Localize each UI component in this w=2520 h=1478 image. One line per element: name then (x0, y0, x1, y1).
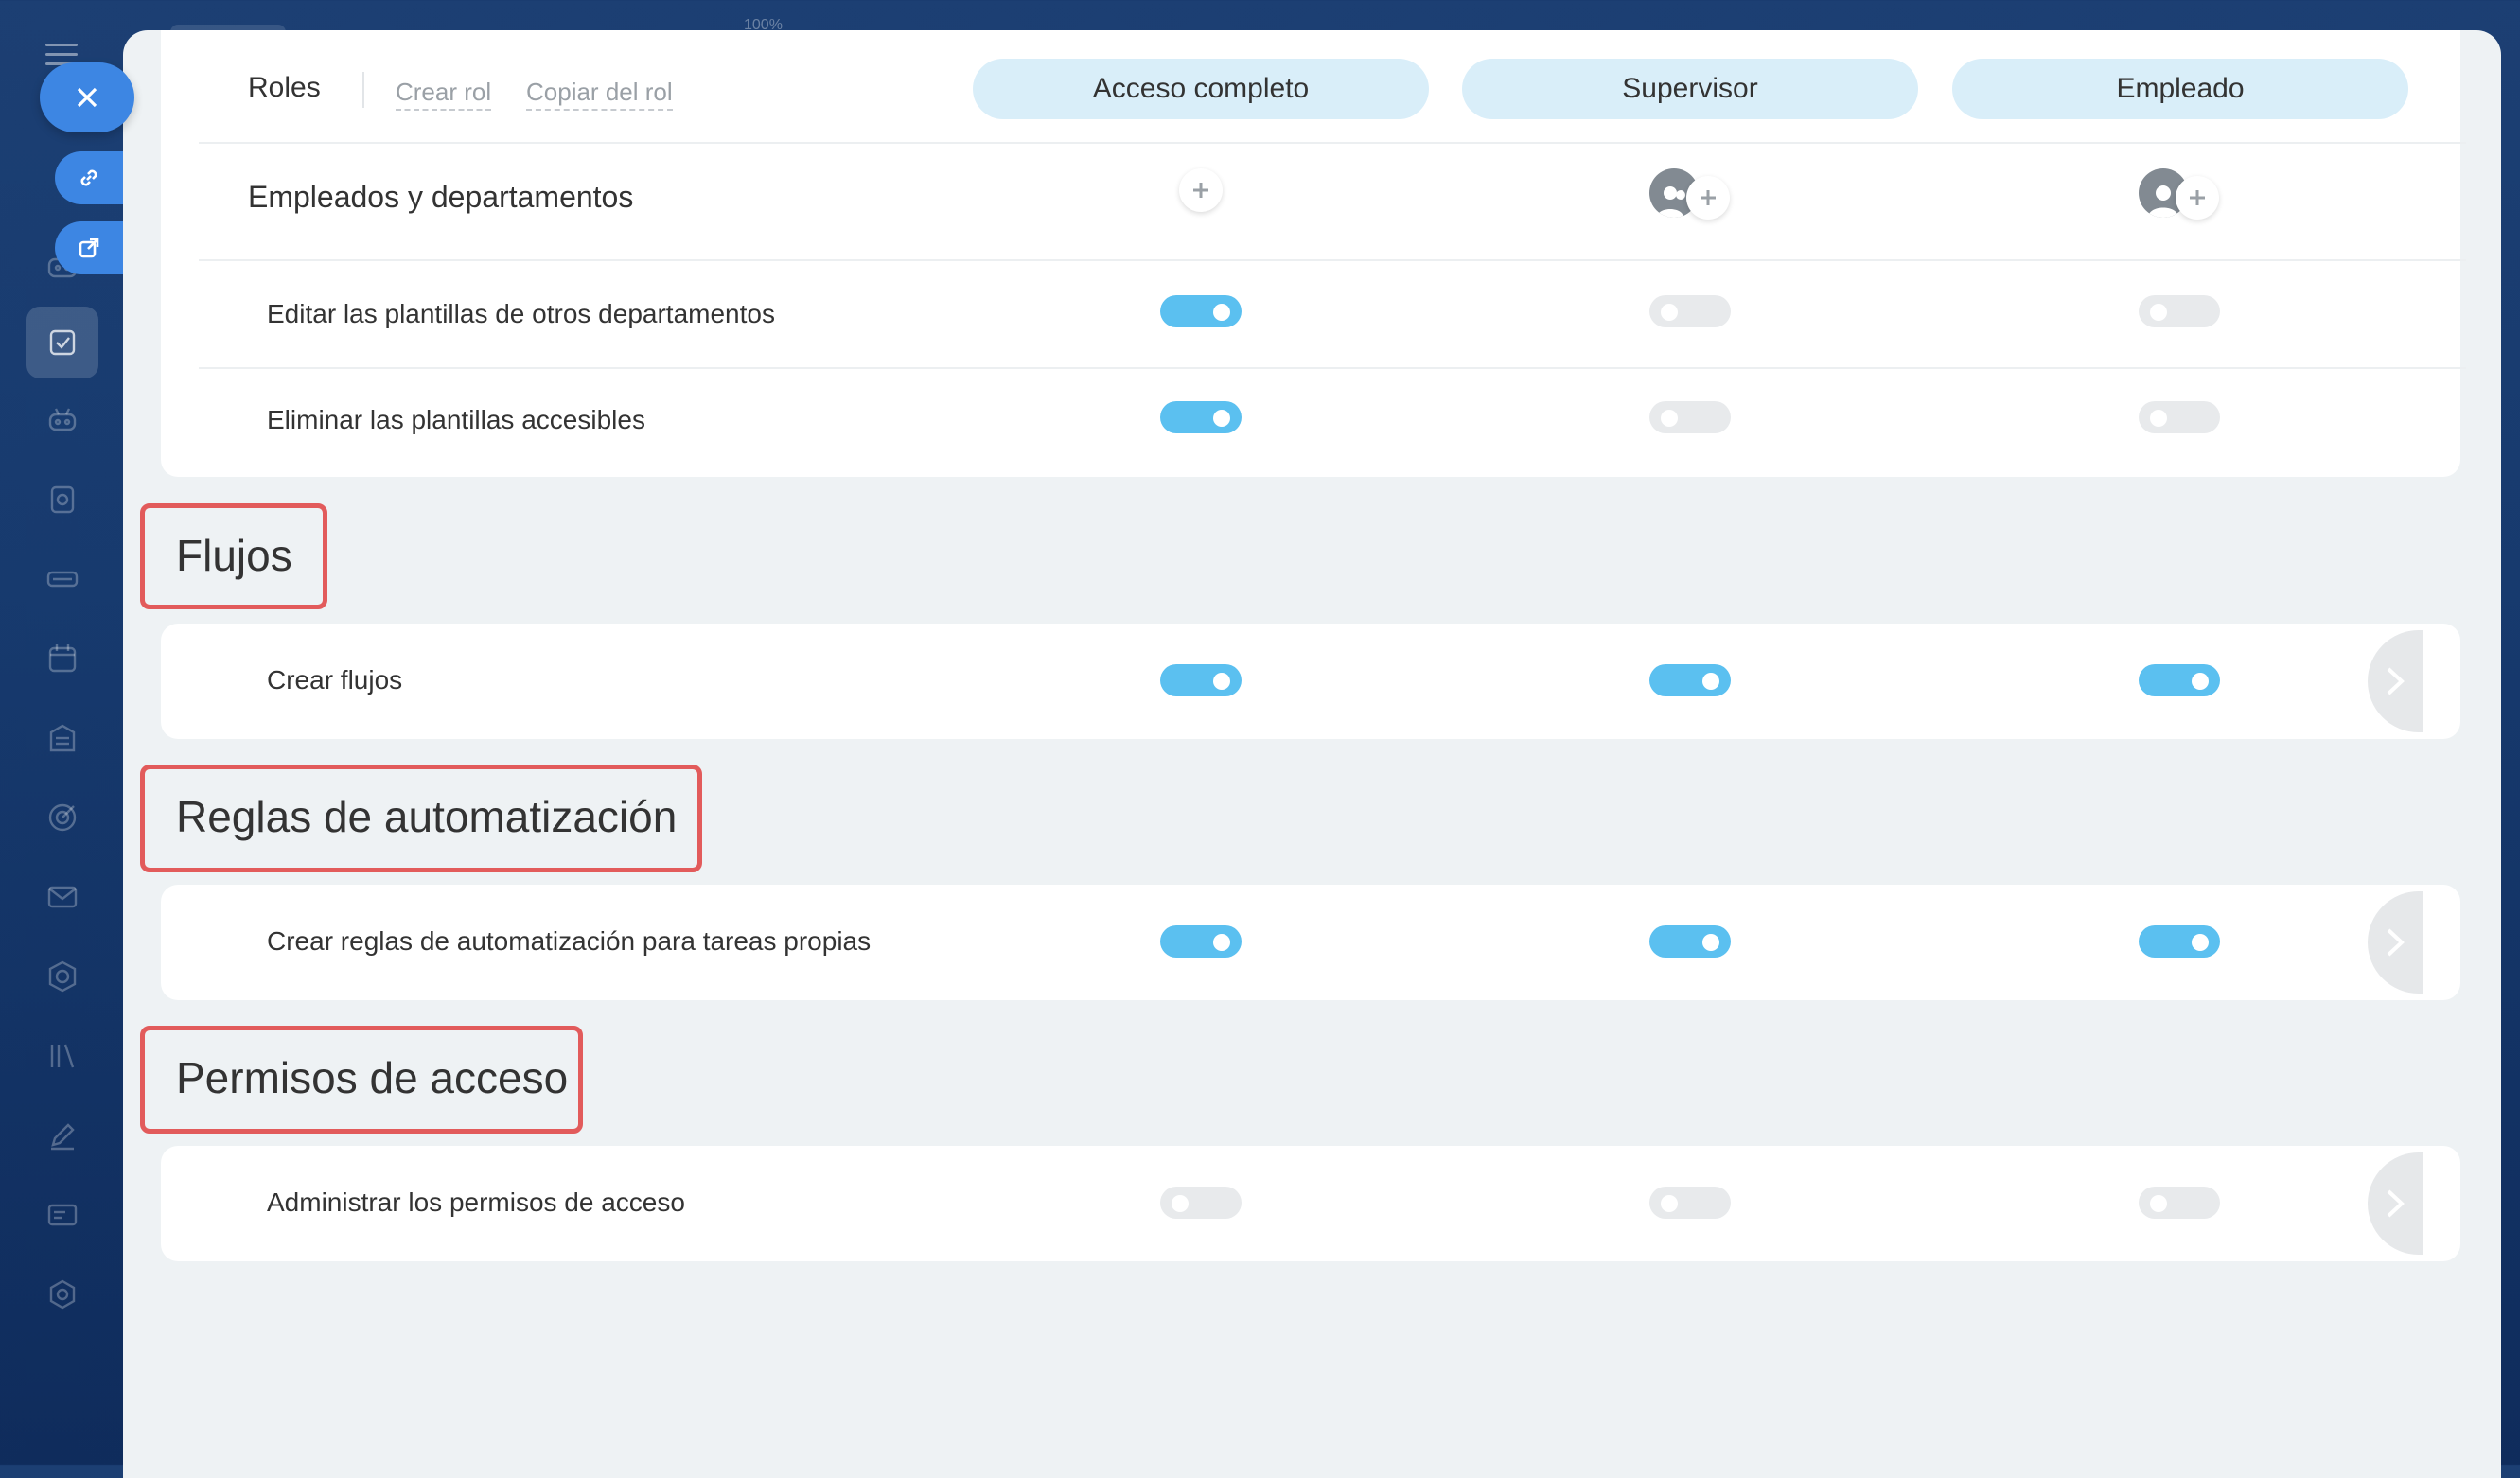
gallery-icon[interactable] (40, 477, 85, 522)
permission-toggle[interactable] (1649, 664, 1731, 696)
tasks-icon[interactable] (26, 307, 98, 378)
calendar-icon[interactable] (40, 636, 85, 681)
row-divider (199, 142, 2466, 144)
role-supervisor[interactable]: Supervisor (1462, 59, 1918, 119)
store-icon[interactable] (40, 715, 85, 761)
plus-icon (2190, 190, 2205, 205)
plus-icon (1701, 190, 1716, 205)
left-sidebar (0, 0, 123, 1465)
scroll-right-button[interactable] (2368, 1152, 2423, 1255)
permission-toggle[interactable] (1160, 925, 1242, 958)
copy-link-button[interactable] (55, 151, 123, 204)
chevron-right-icon (2387, 1189, 2405, 1218)
permission-toggle[interactable] (2139, 1187, 2220, 1219)
section-card: Crear reglas de automatización para tare… (161, 885, 2460, 1000)
open-external-icon (79, 238, 99, 258)
robot-icon[interactable] (40, 397, 85, 443)
close-button[interactable] (40, 62, 134, 132)
row-divider (199, 259, 2466, 261)
permission-toggle[interactable] (1160, 664, 1242, 696)
menu-icon[interactable] (45, 44, 78, 65)
roles-card: Roles Crear rol Copiar del rol Acceso co… (161, 30, 2466, 477)
assignment-label: Empleados y departamentos (248, 180, 634, 214)
main-panel: Roles Crear rol Copiar del rol Acceso co… (123, 30, 2501, 1478)
scroll-right-button[interactable] (2368, 630, 2423, 732)
permission-toggle[interactable] (1160, 1187, 1242, 1219)
role-full-access[interactable]: Acceso completo (973, 59, 1429, 119)
mail-icon[interactable] (40, 874, 85, 920)
permission-toggle[interactable] (1649, 295, 1731, 327)
permission-toggle[interactable] (2139, 664, 2220, 696)
permission-toggle[interactable] (1649, 401, 1731, 433)
permission-toggle[interactable] (1649, 925, 1731, 958)
link-icon (80, 169, 97, 186)
permission-label: Administrar los permisos de acceso (267, 1188, 685, 1217)
permission-label: Crear flujos (267, 665, 403, 695)
plus-icon (1193, 183, 1208, 198)
chevron-right-icon (2387, 928, 2405, 957)
section-card: Crear flujos (161, 624, 2460, 739)
permission-label: Crear reglas de automatización para tare… (267, 926, 872, 956)
hexagon-icon[interactable] (40, 954, 85, 999)
drive-icon[interactable] (40, 556, 85, 602)
library-icon[interactable] (40, 1033, 85, 1079)
add-assignee-button[interactable] (2176, 176, 2219, 220)
create-role-link[interactable]: Crear rol (396, 78, 492, 111)
row-divider (199, 367, 2466, 369)
permission-toggle[interactable] (1160, 401, 1242, 433)
target-icon[interactable] (40, 795, 85, 840)
scroll-right-button[interactable] (2368, 891, 2423, 994)
permission-toggle[interactable] (2139, 295, 2220, 327)
close-icon (77, 87, 97, 108)
permission-label: Editar las plantillas de otros departame… (267, 299, 775, 328)
copy-role-link[interactable]: Copiar del rol (526, 78, 673, 111)
chevron-right-icon (2387, 667, 2405, 695)
permission-toggle[interactable] (2139, 401, 2220, 433)
permission-label: Eliminar las plantillas accesibles (267, 405, 645, 434)
add-assignee-button[interactable] (1179, 168, 1223, 212)
settings-icon[interactable] (40, 1272, 85, 1317)
header-divider (362, 72, 364, 108)
permission-toggle[interactable] (1160, 295, 1242, 327)
roles-title: Roles (248, 72, 321, 103)
role-employee[interactable]: Empleado (1952, 59, 2408, 119)
add-assignee-button[interactable] (1686, 176, 1730, 220)
permission-toggle[interactable] (1649, 1187, 1731, 1219)
card-icon[interactable] (40, 1192, 85, 1238)
section-title-automation: Reglas de automatización (176, 792, 678, 841)
pen-icon[interactable] (40, 1113, 85, 1158)
open-in-new-window-button[interactable] (55, 221, 123, 274)
section-title-flujos: Flujos (176, 531, 292, 580)
section-card: Administrar los permisos de acceso (161, 1146, 2460, 1261)
permission-toggle[interactable] (2139, 925, 2220, 958)
section-title-access: Permisos de acceso (176, 1053, 569, 1102)
